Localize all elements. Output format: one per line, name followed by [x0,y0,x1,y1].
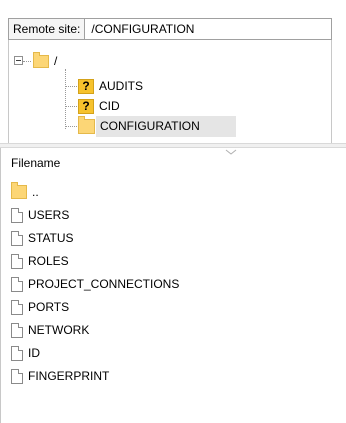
list-item-parent-directory[interactable]: .. [11,182,39,202]
file-icon [11,322,23,338]
tree-item-cid[interactable]: ? CID [78,96,120,116]
tree-item-configuration[interactable]: CONFIGURATION [78,115,200,136]
file-name: .. [32,185,39,199]
list-item[interactable]: FINGERPRINT [11,366,109,386]
remote-site-label: Remote site: [9,19,86,39]
tree-connector [65,126,77,127]
file-icon [11,230,23,246]
file-icon [11,253,23,269]
folder-icon [11,182,27,199]
tree-item-label: AUDITS [99,79,144,93]
question-mark-folder-icon: ? [78,98,94,114]
tree-connector [65,86,77,87]
tree-connector [65,69,66,129]
remote-site-path-input[interactable]: /CONFIGURATION [85,22,194,36]
file-name: ID [28,346,40,360]
question-mark-folder-icon: ? [78,78,94,94]
file-icon [11,345,23,361]
tree-item-label: CONFIGURATION [100,119,200,133]
file-icon [11,368,23,384]
list-item[interactable]: NETWORK [11,320,89,340]
file-list: Filename .. USERS STATUS ROLES PROJECT_C… [0,148,346,423]
directory-tree: / ? AUDITS ? CID CONFIGURATION [8,40,332,143]
folder-icon [78,115,95,134]
column-header-filename[interactable]: Filename [1,148,346,178]
list-item[interactable]: ID [11,343,40,363]
tree-item-label: / [54,54,58,68]
list-item[interactable]: PROJECT_CONNECTIONS [11,274,179,294]
file-name: PORTS [28,300,70,314]
list-item[interactable]: USERS [11,205,69,225]
remote-site-bar: Remote site: /CONFIGURATION [8,18,332,40]
file-icon [11,207,23,223]
folder-icon [33,51,49,68]
list-item[interactable]: PORTS [11,297,69,317]
tree-connector [65,106,77,107]
tree-item-label: CID [99,99,120,113]
column-header-label: Filename [11,156,61,170]
list-item[interactable]: ROLES [11,251,69,271]
file-name: PROJECT_CONNECTIONS [28,277,180,291]
tree-item-root[interactable]: / [33,51,57,71]
file-icon [11,299,23,315]
file-name: ROLES [28,254,69,268]
file-icon [11,276,23,292]
file-name: USERS [28,208,70,222]
file-name: NETWORK [28,323,90,337]
tree-item-audits[interactable]: ? AUDITS [78,76,143,96]
tree-connector [23,61,31,62]
file-name: FINGERPRINT [28,369,110,383]
list-item[interactable]: STATUS [11,228,74,248]
file-name: STATUS [28,231,74,245]
collapse-toggle-icon[interactable] [14,56,23,65]
